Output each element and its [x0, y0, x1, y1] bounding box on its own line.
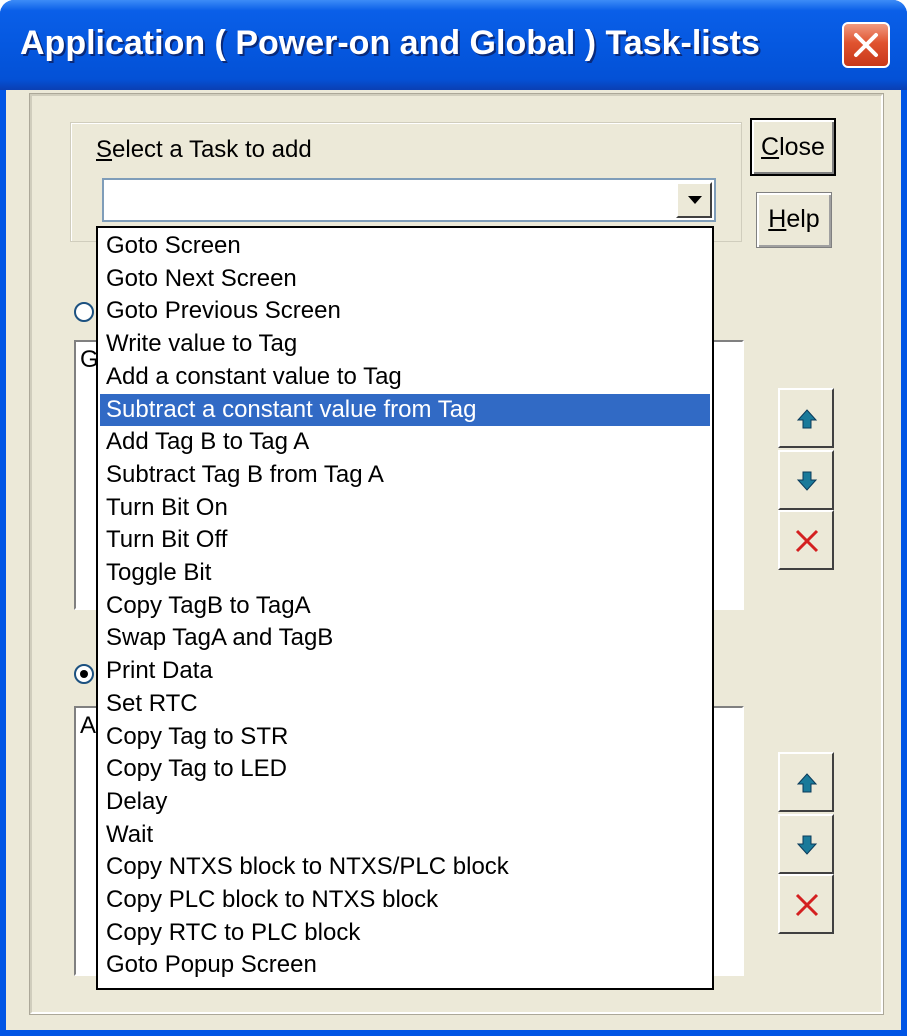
delete-x-icon	[795, 893, 819, 917]
global-move-up-button[interactable]	[778, 752, 834, 812]
dropdown-option[interactable]: Copy TagB to TagA	[100, 590, 710, 622]
select-task-combobox[interactable]	[102, 178, 716, 222]
global-list-item[interactable]: A	[80, 712, 96, 740]
power-on-move-down-button[interactable]	[778, 450, 834, 510]
close-x-icon[interactable]	[842, 22, 890, 68]
global-move-down-button[interactable]	[778, 814, 834, 874]
dropdown-option[interactable]: Wait	[100, 819, 710, 851]
dialog-window: Application ( Power-on and Global ) Task…	[0, 0, 907, 1036]
power-on-delete-button[interactable]	[778, 510, 834, 570]
dropdown-option[interactable]: Copy RTC to PLC block	[100, 917, 710, 949]
arrow-up-icon	[796, 773, 818, 793]
select-task-label: Select a Task to add	[96, 136, 312, 163]
arrow-up-icon	[796, 409, 818, 429]
title-bar[interactable]: Application ( Power-on and Global ) Task…	[0, 0, 907, 90]
global-radio[interactable]	[74, 664, 94, 684]
chevron-down-icon	[688, 196, 702, 204]
dropdown-option[interactable]: Copy Tag to LED	[100, 753, 710, 785]
task-dropdown-list[interactable]: Goto Screen Goto Next Screen Goto Previous…	[96, 226, 714, 990]
dropdown-option[interactable]: Turn Bit On	[100, 492, 710, 524]
dropdown-arrow-button[interactable]	[676, 182, 712, 218]
dropdown-option[interactable]: Goto Next Screen	[100, 263, 710, 295]
dropdown-option[interactable]: Copy PLC block to NTXS block	[100, 884, 710, 916]
help-button[interactable]: Help	[756, 192, 832, 248]
dropdown-option[interactable]: Add a constant value to Tag	[100, 361, 710, 393]
dropdown-option[interactable]: Copy NTXS block to NTXS/PLC block	[100, 851, 710, 883]
power-on-move-up-button[interactable]	[778, 388, 834, 448]
global-delete-button[interactable]	[778, 874, 834, 934]
dropdown-option[interactable]: Print Data	[100, 655, 710, 687]
delete-x-icon	[795, 529, 819, 553]
close-x-glyph-icon	[854, 33, 878, 57]
dropdown-option[interactable]: Write value to Tag	[100, 328, 710, 360]
window-title: Application ( Power-on and Global ) Task…	[20, 24, 760, 62]
close-button[interactable]: Close	[750, 118, 836, 176]
dropdown-option[interactable]: Set RTC	[100, 688, 710, 720]
dropdown-option[interactable]: Goto Popup Screen	[100, 949, 710, 981]
dropdown-option[interactable]: Add Tag B to Tag A	[100, 426, 710, 458]
arrow-down-icon	[796, 835, 818, 855]
dropdown-option[interactable]: Goto Previous Screen	[100, 295, 710, 327]
dropdown-option[interactable]: Subtract Tag B from Tag A	[100, 459, 710, 491]
power-on-radio[interactable]	[74, 302, 94, 322]
dropdown-option[interactable]: Turn Bit Off	[100, 524, 710, 556]
dropdown-option[interactable]: Copy Tag to STR	[100, 721, 710, 753]
dropdown-option[interactable]: Toggle Bit	[100, 557, 710, 589]
dropdown-option[interactable]: Swap TagA and TagB	[100, 622, 710, 654]
dropdown-option[interactable]: Goto Screen	[100, 230, 710, 262]
arrow-down-icon	[796, 471, 818, 491]
dropdown-option[interactable]: Delay	[100, 786, 710, 818]
dropdown-option[interactable]: Subtract a constant value from Tag	[100, 393, 710, 426]
